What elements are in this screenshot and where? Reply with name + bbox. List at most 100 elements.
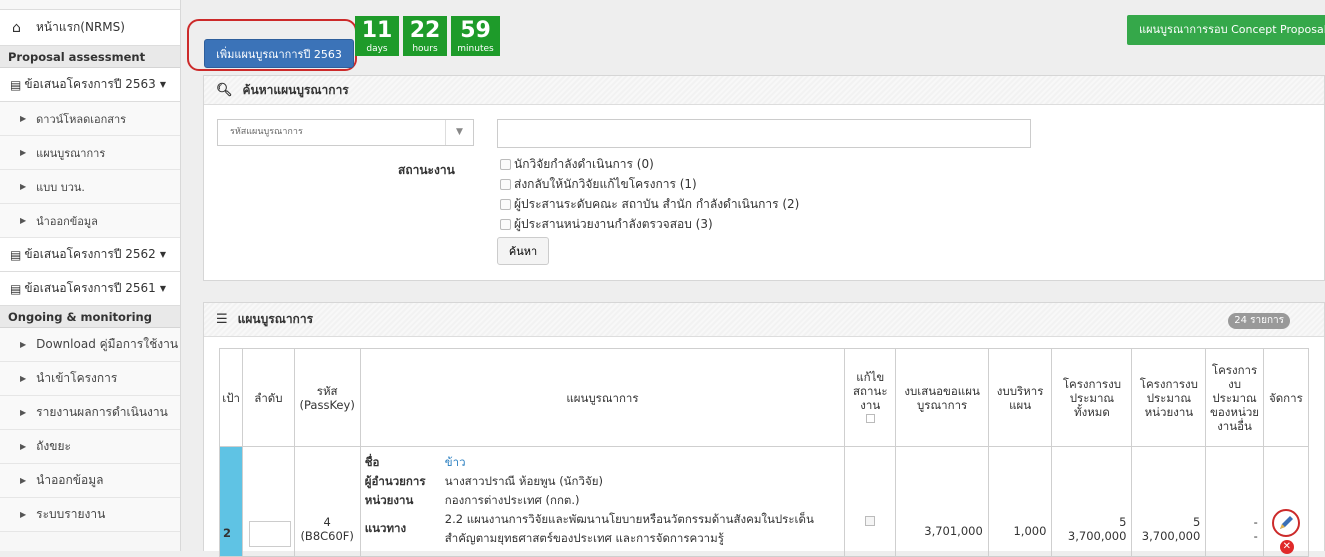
chevron-right-icon: ▶: [20, 476, 27, 485]
sidebar-item-home[interactable]: ⌂ หน้าแรก(NRMS): [0, 10, 180, 46]
chevron-down-icon: ▼: [159, 80, 166, 89]
search-panel-title: ค้นหาแผนบูรณาการ: [242, 82, 349, 97]
status-checkbox-list: นักวิจัยกำลังดำเนินการ (0) ส่งกลับให้นัก…: [500, 154, 799, 234]
plan-code-select[interactable]: รหัสแผนบูรณาการ ▼: [217, 119, 474, 146]
status-checkbox[interactable]: [500, 218, 511, 230]
code-number: 4: [323, 515, 331, 529]
plan-name-link[interactable]: ข้าว: [445, 453, 840, 472]
sidebar-item-label: นำออกข้อมูล: [36, 214, 98, 228]
status-option-label: นักวิจัยกำลังดำเนินการ (0): [514, 156, 654, 171]
sidebar-item-label: Download คู่มือการใช้งาน: [36, 337, 179, 351]
other-projects-b: -: [1253, 529, 1258, 543]
chevron-right-icon: ▶: [20, 114, 27, 123]
sidebar-group-2561[interactable]: ▤ ข้อเสนอโครงการปี 2561 ▼: [0, 272, 180, 306]
plan-code-select-value: รหัสแผนบูรณาการ: [230, 127, 303, 137]
table-header-row: เป้า ลำดับ รหัส (PassKey) แผนบูรณาการ แก…: [218, 348, 1310, 447]
concept-proposal-button[interactable]: แผนบูรณาการรอบ Concept Proposal: [1127, 15, 1325, 45]
order-input[interactable]: [249, 521, 292, 547]
sidebar-item-label: แบบ บวน.: [36, 180, 85, 194]
plan-agency-row: หน่วยงาน กองการต่างประเทศ (กกต.): [365, 491, 840, 510]
col-edit-status-label: แก้ไขสถานะงาน: [853, 369, 888, 412]
sidebar-group-label: ข้อเสนอโครงการปี 2563: [24, 77, 156, 91]
sidebar-item-report[interactable]: ▶ รายงานผลการดำเนินงาน: [0, 396, 180, 430]
sidebar-section-proposal: Proposal assessment: [0, 46, 180, 68]
table-row: 2 4 (B8C60F) ชื่อ ข้าว ผู้อำนวยการ นางสา…: [218, 446, 1310, 557]
sidebar-item-export[interactable]: ▶ นำออกข้อมูล: [0, 204, 180, 238]
sidebar-item-manual[interactable]: ▶ Download คู่มือการใช้งาน: [0, 328, 180, 362]
goal-cell: 2: [218, 446, 244, 557]
sidebar-top-border: [0, 0, 180, 10]
chevron-right-icon: ▶: [20, 148, 27, 157]
sidebar-item-download[interactable]: ▶ ดาวน์โหลดเอกสาร: [0, 102, 180, 136]
status-option-label: ผู้ประสานระดับคณะ สถาบัน สำนัก กำลังดำเน…: [514, 196, 800, 211]
plan-approach-label: แนวทาง: [364, 521, 407, 535]
countdown-hours: 22 hours: [403, 16, 447, 56]
unit-projects-budget: 3,700,000: [1141, 529, 1201, 543]
plan-agency-label: หน่วยงาน: [364, 493, 414, 507]
countdown-days-label: days: [366, 44, 388, 54]
status-option[interactable]: ผู้ประสานหน่วยงานกำลังตรวจสอบ (3): [500, 214, 799, 234]
plan-director-row: ผู้อำนวยการ นางสาวปราณี ห้อยพูน (นักวิจั…: [365, 472, 840, 491]
sidebar-item-report-system[interactable]: ▶ ระบบรายงาน: [0, 498, 180, 532]
chevron-right-icon: ▶: [20, 216, 27, 225]
total-projects-count: 5: [1119, 515, 1127, 529]
col-goal: เป้า: [218, 348, 244, 447]
chevron-down-icon: ▼: [445, 120, 473, 145]
plan-approach-value: 2.2 แผนงานการวิจัยและพัฒนานโยบายหรือนวัต…: [444, 512, 814, 545]
sidebar-item-trash[interactable]: ▶ ถังขยะ: [0, 430, 180, 464]
status-option[interactable]: ส่งกลับให้นักวิจัยแก้ไขโครงการ (1): [500, 174, 799, 194]
countdown-minutes-value: 59: [460, 18, 491, 43]
edit-icon[interactable]: [1271, 509, 1300, 537]
plans-table: เป้า ลำดับ รหัส (PassKey) แผนบูรณาการ แก…: [218, 348, 1310, 557]
status-checkbox[interactable]: [500, 178, 511, 190]
status-checkbox[interactable]: [500, 158, 511, 170]
sidebar-item-form[interactable]: ▶ แบบ บวน.: [0, 170, 180, 204]
code-passkey: (B8C60F): [300, 529, 354, 543]
sidebar-item-integration-plan[interactable]: ▶ แผนบูรณาการ: [0, 136, 180, 170]
plans-panel-title: แผนบูรณาการ: [237, 312, 314, 326]
status-option-label: ผู้ประสานหน่วยงานกำลังตรวจสอบ (3): [514, 216, 713, 231]
chevron-right-icon: ▶: [20, 442, 27, 451]
status-checkbox[interactable]: [500, 198, 511, 210]
countdown-minutes-label: minutes: [457, 44, 494, 54]
plan-name-row: ชื่อ ข้าว: [365, 453, 840, 472]
col-edit-status: แก้ไขสถานะงาน: [844, 348, 897, 447]
sidebar-group-2563[interactable]: ▤ ข้อเสนอโครงการปี 2563 ▼: [0, 68, 180, 102]
status-option[interactable]: นักวิจัยกำลังดำเนินการ (0): [500, 154, 799, 174]
list-icon: ▤: [10, 281, 22, 296]
sidebar-group-label: ข้อเสนอโครงการปี 2562: [24, 247, 156, 261]
search-input[interactable]: [497, 119, 1031, 148]
count-badge: 24 รายการ: [1228, 313, 1290, 329]
sidebar-item-label: รายงานผลการดำเนินงาน: [36, 405, 168, 419]
countdown-minutes: 59 minutes: [451, 16, 500, 56]
sidebar-group-2562[interactable]: ▤ ข้อเสนอโครงการปี 2562 ▼: [0, 238, 180, 272]
add-plan-button[interactable]: เพิ่มแผนบูรณาการปี 2563: [204, 39, 354, 68]
chevron-right-icon: ▶: [20, 374, 27, 383]
proposed-budget-value: 3,701,000: [924, 524, 983, 538]
delete-icon[interactable]: ✕: [1279, 540, 1294, 554]
pencil-icon: [1279, 516, 1293, 529]
status-label: สถานะงาน: [398, 163, 455, 177]
code-cell: 4 (B8C60F): [293, 446, 361, 557]
sidebar-item-export-ongoing[interactable]: ▶ นำออกข้อมูล: [0, 464, 180, 498]
chevron-right-icon: ▶: [20, 510, 27, 519]
col-code: รหัส (PassKey): [293, 348, 361, 447]
plan-agency-value: กองการต่างประเทศ (กกต.): [444, 493, 580, 507]
chevron-down-icon: ▼: [159, 250, 166, 259]
search-panel: 🔍︎ ค้นหาแผนบูรณาการ รหัสแผนบูรณาการ ▼ สถ…: [203, 75, 1325, 281]
other-projects-cell: - -: [1205, 446, 1264, 557]
plan-director-label: ผู้อำนวยการ: [364, 474, 426, 488]
chevron-down-icon: ▼: [159, 284, 166, 293]
list-icon: ▤: [10, 77, 22, 92]
admin-budget-cell: 1,000: [987, 446, 1053, 557]
col-unit-projects: โครงการงบประมาณหน่วยงาน: [1131, 348, 1207, 447]
sidebar-section-ongoing: Ongoing & monitoring: [0, 306, 180, 328]
sidebar-item-import-project[interactable]: ▶ นำเข้าโครงการ: [0, 362, 180, 396]
status-option[interactable]: ผู้ประสานระดับคณะ สถาบัน สำนัก กำลังดำเน…: [500, 194, 799, 214]
search-button[interactable]: ค้นหา: [497, 237, 549, 265]
row-checkbox[interactable]: [865, 516, 876, 526]
home-icon: ⌂: [12, 19, 21, 36]
sidebar-item-label: ระบบรายงาน: [36, 507, 106, 521]
chevron-right-icon: ▶: [20, 408, 27, 417]
select-all-checkbox[interactable]: [865, 413, 875, 423]
